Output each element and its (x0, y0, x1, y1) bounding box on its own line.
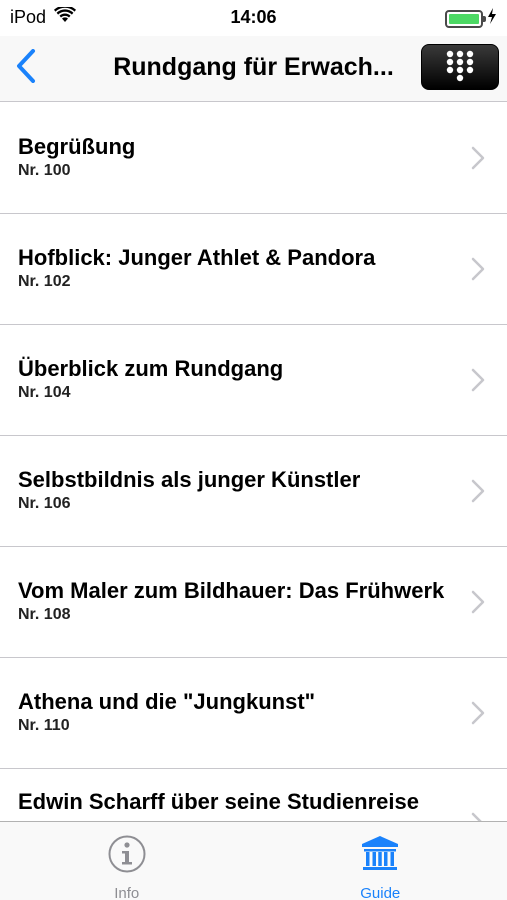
list-item-title: Begrüßung (18, 134, 136, 159)
list-item-title: Überblick zum Rundgang (18, 356, 284, 381)
list-item[interactable]: Hofblick: Junger Athlet & Pandora Nr. 10… (0, 214, 507, 325)
list-item[interactable]: Überblick zum Rundgang Nr. 104 (0, 325, 507, 436)
charging-icon (487, 8, 497, 29)
tab-info[interactable]: Info (0, 822, 254, 900)
list-item-title: Edwin Scharff über seine Studienreise (18, 789, 419, 814)
status-time: 14:06 (230, 7, 277, 27)
chevron-right-icon (471, 812, 482, 821)
museum-icon (360, 834, 400, 879)
keypad-button[interactable] (421, 44, 499, 90)
list-item-title: Hofblick: Junger Athlet & Pandora (18, 245, 376, 270)
list-item-number: Nr. 110 (18, 717, 70, 734)
list-item-title: Athena und die "Jungkunst" (18, 689, 316, 714)
chevron-left-icon (16, 48, 36, 88)
list-item-number: Nr. 106 (18, 495, 71, 512)
battery-icon (445, 9, 486, 28)
chevron-right-icon (471, 479, 485, 503)
chevron-right-icon (471, 368, 485, 392)
chevron-right-icon (471, 701, 485, 725)
list-item[interactable]: Vom Maler zum Bildhauer: Das Frühwerk Nr… (0, 547, 507, 658)
list-item[interactable]: Athena und die "Jungkunst" Nr. 110 (0, 658, 507, 769)
tab-guide[interactable]: Guide (254, 822, 507, 900)
chevron-right-icon (471, 257, 485, 281)
list-item-number: Nr. 104 (18, 384, 71, 401)
chevron-right-icon (471, 146, 485, 170)
battery-nub (483, 15, 486, 22)
battery-level-fill (449, 13, 479, 24)
list-item-number: Nr. 102 (18, 273, 71, 290)
list-item-title: Selbstbildnis als junger Künstler (18, 467, 361, 492)
tab-label: Info (114, 885, 140, 900)
list-item[interactable]: Selbstbildnis als junger Künstler Nr. 10… (0, 436, 507, 547)
info-icon (107, 834, 147, 879)
status-bar: iPod 14:06 (0, 0, 507, 36)
tab-bar: Info Guide (0, 821, 507, 900)
list-item[interactable]: Edwin Scharff über seine Studienreise (0, 769, 507, 821)
page-title: Rundgang für Erwach... (113, 53, 394, 81)
list-item[interactable]: Begrüßung Nr. 100 (0, 103, 507, 214)
screen: iPod 14:06 Rundgang für Erwach... Begrüß… (0, 0, 507, 900)
keypad-grid-icon (443, 48, 477, 87)
tour-stop-list[interactable]: Begrüßung Nr. 100 Hofblick: Junger Athle… (0, 103, 507, 821)
list-item-number: Nr. 108 (18, 606, 71, 623)
chevron-right-icon (471, 590, 485, 614)
status-right (445, 8, 497, 29)
tab-label: Guide (360, 885, 401, 900)
back-button[interactable] (8, 48, 44, 88)
navigation-bar: Rundgang für Erwach... (0, 36, 507, 102)
list-item-title: Vom Maler zum Bildhauer: Das Frühwerk (18, 578, 445, 603)
list-item-number: Nr. 100 (18, 162, 71, 179)
